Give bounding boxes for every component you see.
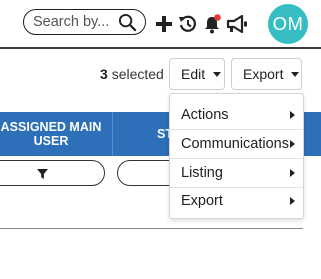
menu-item-label: Listing — [181, 165, 223, 181]
selected-label: selected — [111, 66, 164, 82]
avatar[interactable]: OM — [268, 4, 308, 44]
notification-badge — [214, 14, 221, 21]
filter-icon[interactable] — [37, 169, 48, 179]
menu-item-actions[interactable]: Actions — [170, 101, 303, 129]
top-bar: OM — [0, 0, 321, 48]
menu-item-label: Communications — [181, 136, 289, 152]
chevron-right-icon — [290, 140, 295, 148]
search-input[interactable] — [33, 13, 119, 31]
column-header-label: ASSIGNED MAIN USER — [0, 120, 102, 148]
chevron-right-icon — [290, 169, 295, 177]
topbar-divider — [0, 47, 321, 49]
edit-dropdown-menu: Actions Communications Listing Export — [169, 93, 304, 219]
table-bottom-border — [0, 228, 303, 229]
search-icon[interactable] — [118, 13, 137, 32]
chevron-right-icon — [290, 197, 295, 205]
menu-item-label: Export — [181, 193, 223, 209]
announcement-megaphone-icon[interactable] — [226, 14, 249, 34]
selected-count: 3 — [100, 66, 108, 82]
menu-item-export[interactable]: Export — [170, 187, 303, 215]
plus-icon[interactable] — [154, 14, 174, 34]
menu-item-listing[interactable]: Listing — [170, 159, 303, 187]
notification-bell-icon[interactable] — [202, 14, 222, 34]
column-header-assigned-main-user[interactable]: ASSIGNED MAIN USER — [0, 112, 112, 156]
chevron-down-icon — [213, 71, 222, 77]
chevron-right-icon — [290, 111, 295, 119]
history-icon[interactable] — [178, 14, 198, 34]
edit-button-label: Edit — [181, 66, 206, 82]
menu-item-communications[interactable]: Communications — [170, 130, 303, 158]
chevron-down-icon — [291, 71, 300, 77]
search-box[interactable] — [23, 9, 146, 35]
export-button-label: Export — [243, 66, 284, 82]
menu-item-label: Actions — [181, 107, 229, 123]
column-filter-assigned-main-user[interactable] — [0, 160, 105, 186]
selection-count: 3 selected — [100, 66, 164, 82]
edit-button[interactable]: Edit — [169, 58, 225, 90]
export-button[interactable]: Export — [231, 58, 302, 90]
